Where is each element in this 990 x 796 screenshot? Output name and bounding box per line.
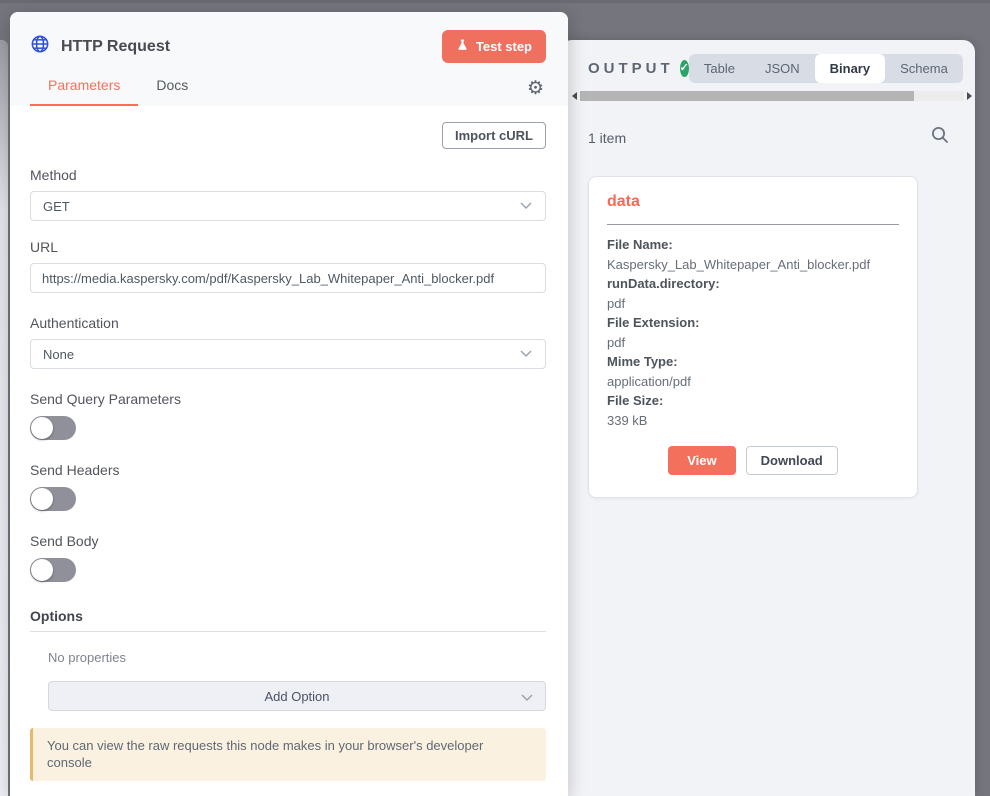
field-value: pdf (607, 333, 899, 353)
output-header: OUTPUT ✓ Table JSON Binary Schema (560, 40, 975, 87)
field-label: File Extension: (607, 313, 899, 333)
binary-data-card: data File Name: Kaspersky_Lab_Whitepaper… (588, 176, 918, 498)
scroll-left-arrow-icon[interactable] (572, 92, 577, 100)
card-buttons: View Download (607, 446, 899, 475)
send-query-parameters-label: Send Query Parameters (30, 391, 546, 407)
horizontal-scrollbar[interactable] (572, 90, 972, 102)
options-heading: Options (30, 608, 546, 632)
send-body-field: Send Body (30, 533, 546, 582)
chevron-down-icon (519, 199, 533, 214)
node-panel-tabs: Parameters Docs ⚙ (30, 71, 546, 106)
gear-icon[interactable]: ⚙ (527, 79, 546, 106)
items-count: 1 item (588, 130, 626, 146)
field-label: Mime Type: (607, 352, 899, 372)
send-query-parameters-field: Send Query Parameters (30, 391, 546, 440)
send-body-toggle[interactable] (30, 558, 76, 582)
view-button[interactable]: View (668, 446, 735, 475)
output-panel: OUTPUT ✓ Table JSON Binary Schema 1 item (560, 40, 975, 796)
method-label: Method (30, 167, 546, 183)
send-headers-label: Send Headers (30, 462, 546, 478)
node-panel-header: HTTP Request Test step Parameters Docs ⚙ (10, 12, 568, 106)
no-properties-text: No properties (48, 650, 546, 665)
authentication-field: Authentication None (30, 315, 546, 369)
url-input[interactable] (30, 263, 546, 293)
developer-console-notice: You can view the raw requests this node … (30, 728, 546, 781)
send-headers-field: Send Headers (30, 462, 546, 511)
download-button[interactable]: Download (746, 446, 838, 475)
input-panel-edge (0, 40, 8, 796)
scroll-right-arrow-icon[interactable] (967, 92, 972, 100)
send-body-label: Send Body (30, 533, 546, 549)
flask-icon (456, 38, 469, 55)
field-label: runData.directory: (607, 274, 899, 294)
ndv-overlay: OUTPUT ✓ Table JSON Binary Schema 1 item (0, 0, 990, 796)
url-field: URL (30, 239, 546, 293)
chevron-down-icon (519, 347, 533, 362)
field-value: pdf (607, 294, 899, 314)
url-label: URL (30, 239, 546, 255)
tab-docs[interactable]: Docs (138, 71, 206, 106)
card-divider (607, 224, 899, 225)
node-title: HTTP Request (61, 38, 170, 56)
method-select[interactable]: GET (30, 191, 546, 221)
binary-key-title: data (607, 193, 899, 211)
field-value: 339 kB (607, 411, 899, 431)
import-curl-button[interactable]: Import cURL (442, 122, 546, 149)
success-check-icon: ✓ (680, 60, 689, 77)
output-title: OUTPUT (588, 60, 674, 77)
parameters-form: Import cURL Method GET URL Authenticatio… (10, 106, 568, 781)
tab-binary[interactable]: Binary (815, 54, 885, 83)
method-field: Method GET (30, 167, 546, 221)
toggle-knob (31, 417, 53, 439)
scrollbar-thumb[interactable] (580, 91, 914, 101)
authentication-select[interactable]: None (30, 339, 546, 369)
globe-icon (30, 34, 50, 59)
tab-schema[interactable]: Schema (885, 54, 963, 83)
field-value: Kaspersky_Lab_Whitepaper_Anti_blocker.pd… (607, 255, 899, 275)
send-headers-toggle[interactable] (30, 487, 76, 511)
node-settings-panel: HTTP Request Test step Parameters Docs ⚙… (10, 12, 568, 796)
search-icon[interactable] (931, 126, 949, 149)
output-meta-row: 1 item (560, 102, 975, 149)
output-view-tabs: Table JSON Binary Schema (689, 54, 963, 83)
toggle-knob (31, 488, 53, 510)
chevron-down-icon (520, 691, 534, 706)
scrollbar-track[interactable] (580, 91, 964, 101)
field-value: application/pdf (607, 372, 899, 392)
test-step-button[interactable]: Test step (442, 30, 546, 63)
tab-table[interactable]: Table (689, 54, 750, 83)
add-option-select[interactable]: Add Option (48, 681, 546, 711)
field-label: File Name: (607, 235, 899, 255)
authentication-label: Authentication (30, 315, 546, 331)
send-query-parameters-toggle[interactable] (30, 416, 76, 440)
tab-parameters[interactable]: Parameters (30, 71, 138, 106)
toggle-knob (31, 559, 53, 581)
field-label: File Size: (607, 391, 899, 411)
tab-json[interactable]: JSON (750, 54, 815, 83)
